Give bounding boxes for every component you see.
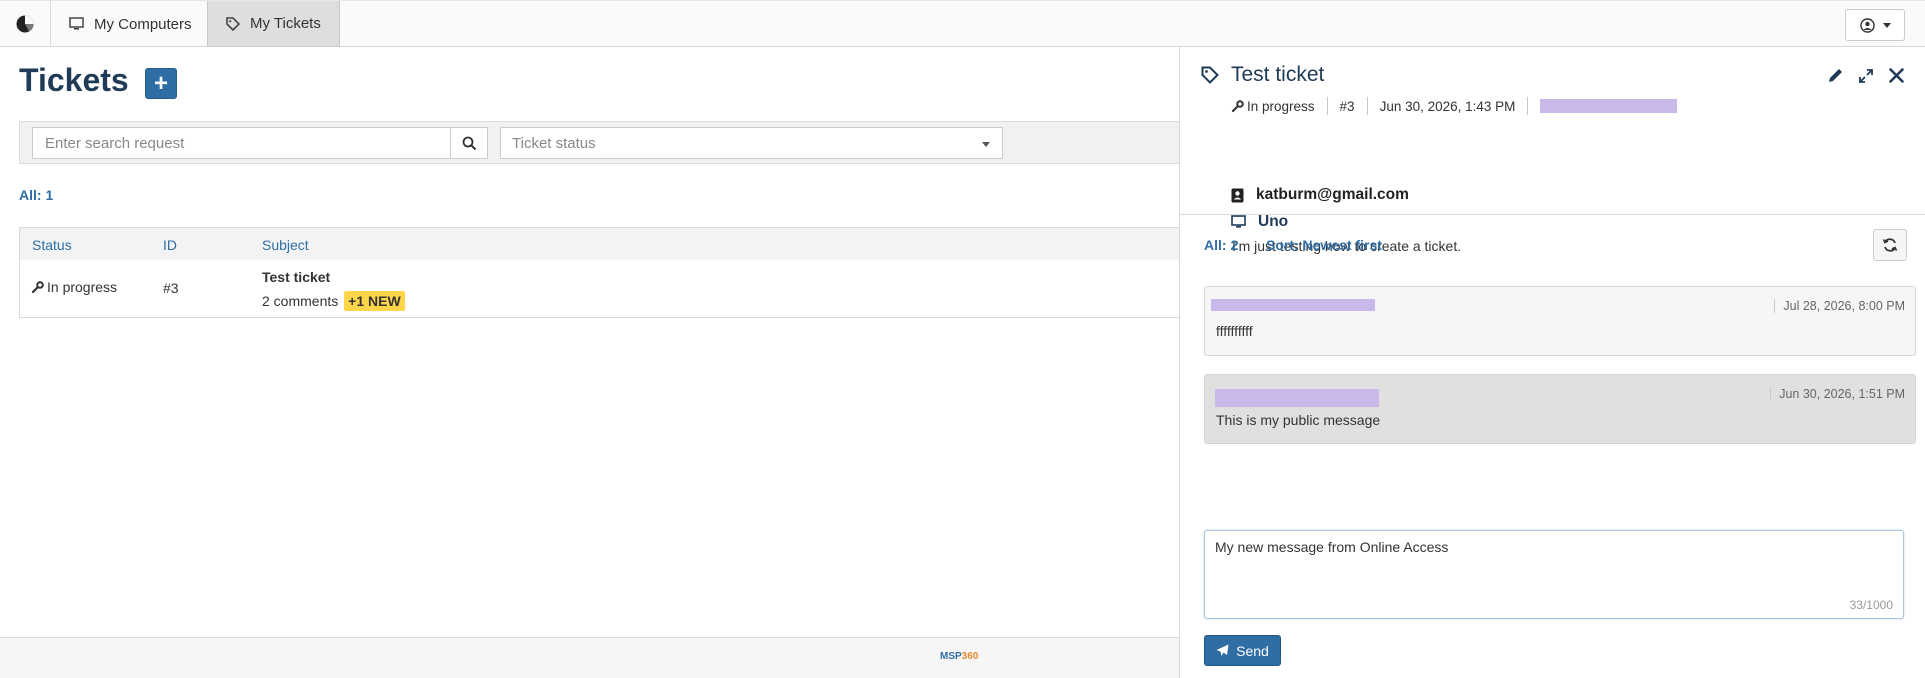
- ticket-title: Test ticket: [1231, 63, 1325, 86]
- comment-date: Jul 28, 2026, 8:00 PM: [1774, 299, 1905, 313]
- nav-tab-my-tickets[interactable]: My Tickets: [207, 1, 340, 47]
- comment-item: Jun 30, 2026, 1:51 PM This is my public …: [1204, 374, 1916, 444]
- footer: MSP360: [0, 637, 1180, 678]
- user-circle-icon: [1859, 17, 1875, 33]
- tag-icon: [1201, 66, 1219, 89]
- monitor-icon: [69, 17, 84, 30]
- sort-dropdown[interactable]: Sort: Newest first: [1266, 237, 1382, 253]
- search-icon: [462, 136, 476, 150]
- redacted-author: [1215, 389, 1379, 407]
- separator: [1326, 97, 1328, 115]
- row-id: #3: [163, 280, 179, 296]
- tag-icon: [226, 16, 240, 31]
- table-row[interactable]: In progress #3 Test ticket 2 comments +1…: [19, 260, 1179, 318]
- close-icon[interactable]: [1888, 67, 1905, 89]
- contact-card-icon: [1231, 188, 1244, 202]
- new-badge: +1 NEW: [344, 291, 405, 311]
- search-button[interactable]: [450, 127, 488, 159]
- user-menu-button[interactable]: [1845, 9, 1905, 41]
- paper-plane-icon: [1216, 644, 1229, 656]
- comment-item: Jul 28, 2026, 8:00 PM ffffffffff: [1204, 286, 1916, 356]
- panel-actions: [1827, 67, 1905, 89]
- ticket-count[interactable]: All: 1: [19, 187, 53, 203]
- ticket-status: In progress: [1231, 99, 1315, 114]
- column-subject[interactable]: Subject: [262, 237, 309, 253]
- ticket-meta: In progress #3 Jun 30, 2026, 1:43 PM: [1231, 96, 1678, 116]
- column-id[interactable]: ID: [163, 237, 177, 253]
- send-button[interactable]: Send: [1204, 635, 1281, 666]
- refresh-button[interactable]: [1873, 229, 1907, 261]
- row-subject: Test ticket: [262, 269, 331, 285]
- app-logo-icon[interactable]: [0, 1, 51, 47]
- ticket-contact: katburm@gmail.com: [1231, 186, 1409, 204]
- expand-icon[interactable]: [1858, 68, 1874, 89]
- nav-tab-my-computers[interactable]: My Computers: [51, 1, 211, 47]
- top-navbar: My Computers My Tickets: [0, 0, 1925, 47]
- wrench-icon: [1231, 99, 1244, 112]
- chevron-down-icon: [982, 142, 990, 147]
- separator: [1527, 97, 1529, 115]
- redacted-assignee: [1540, 99, 1678, 113]
- comment-date: Jun 30, 2026, 1:51 PM: [1770, 387, 1905, 401]
- ticket-computer: Uno: [1231, 213, 1288, 231]
- monitor-icon: [1231, 215, 1246, 228]
- char-counter: 33/1000: [1849, 598, 1893, 612]
- divider: [1180, 214, 1925, 215]
- ticket-detail-panel: Test ticket In progress #3 Jun 30, 2026,…: [1179, 47, 1925, 678]
- wrench-icon: [31, 280, 44, 293]
- table-header: Status ID Subject: [19, 227, 1179, 261]
- separator: [1366, 97, 1368, 115]
- page-title: Tickets: [19, 62, 129, 98]
- nav-tab-label: My Computers: [94, 15, 192, 33]
- message-textarea[interactable]: My new message from Online Access 33/100…: [1204, 530, 1904, 619]
- ticket-created-date: Jun 30, 2026, 1:43 PM: [1379, 98, 1516, 114]
- message-text: My new message from Online Access: [1215, 539, 1449, 555]
- ticket-status-placeholder: Ticket status: [512, 134, 596, 152]
- edit-icon[interactable]: [1827, 67, 1844, 89]
- filter-bar: Enter search request Ticket status: [19, 121, 1179, 164]
- row-comments: 2 comments +1 NEW: [262, 291, 405, 311]
- add-ticket-button[interactable]: +: [145, 68, 177, 99]
- row-status: In progress: [31, 279, 117, 295]
- column-status[interactable]: Status: [32, 237, 72, 253]
- comment-text: ffffffffff: [1216, 323, 1253, 339]
- nav-tab-label: My Tickets: [250, 15, 321, 32]
- redacted-author: [1211, 299, 1375, 311]
- comment-text: This is my public message: [1216, 412, 1381, 428]
- refresh-icon: [1882, 238, 1898, 252]
- chevron-down-icon: [1882, 22, 1891, 28]
- search-input[interactable]: Enter search request: [32, 127, 451, 159]
- comments-count[interactable]: All: 2: [1204, 237, 1238, 253]
- ticket-status-select[interactable]: Ticket status: [500, 127, 1003, 159]
- footer-logo: MSP360: [940, 651, 979, 662]
- ticket-id: #3: [1339, 98, 1355, 114]
